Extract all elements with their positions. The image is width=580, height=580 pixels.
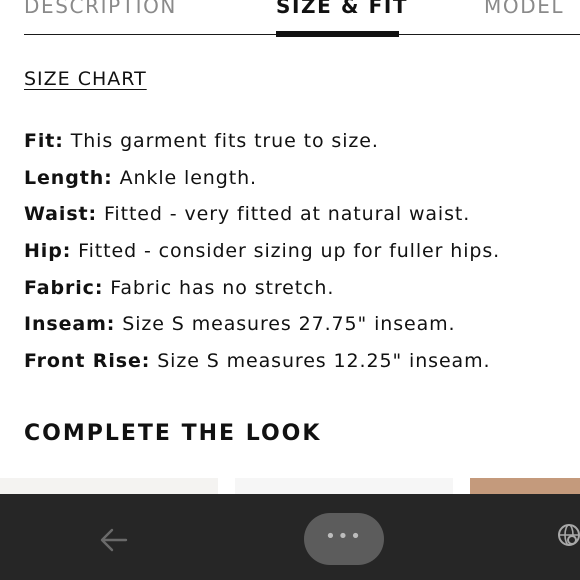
spec-inseam: Inseam: Size S measures 27.75" inseam.: [24, 311, 574, 348]
spec-value: Fitted - consider sizing up for fuller h…: [78, 240, 501, 263]
tab-size-fit[interactable]: SIZE & FIT: [276, 0, 408, 18]
globe-search-button[interactable]: [556, 522, 580, 552]
spec-hip: Hip: Fitted - consider sizing up for ful…: [24, 238, 574, 275]
spec-waist: Waist: Fitted - very fitted at natural w…: [24, 201, 574, 238]
spec-value: Fabric has no stretch.: [110, 276, 335, 299]
spec-label: Inseam:: [24, 313, 116, 336]
size-fit-specs: Fit: This garment fits true to size. Len…: [24, 128, 574, 385]
spec-label: Hip:: [24, 240, 72, 263]
spec-fabric: Fabric: Fabric has no stretch.: [24, 275, 574, 312]
spec-label: Front Rise:: [24, 350, 151, 373]
spec-label: Fabric:: [24, 276, 104, 299]
spec-front-rise: Front Rise: Size S measures 12.25" insea…: [24, 348, 574, 385]
spec-label: Fit:: [24, 130, 64, 152]
active-tab-indicator: [276, 31, 399, 37]
spec-value: Ankle length.: [119, 166, 257, 189]
more-dots-icon: •••: [325, 526, 363, 547]
globe-search-icon: [558, 524, 580, 546]
spec-value: Size S measures 12.25" inseam.: [157, 350, 491, 373]
browser-bottom-bar: •••: [0, 494, 580, 580]
spec-label: Length:: [24, 166, 113, 189]
arrow-left-icon: [100, 528, 128, 552]
back-button[interactable]: [96, 522, 132, 558]
spec-fit: Fit: This garment fits true to size.: [24, 128, 574, 165]
tab-model[interactable]: MODEL: [484, 0, 564, 18]
spec-value: Size S measures 27.75" inseam.: [122, 313, 456, 336]
size-chart-link[interactable]: SIZE CHART: [24, 67, 147, 91]
spec-value: This garment fits true to size.: [70, 130, 379, 152]
tab-description[interactable]: DESCRIPTION: [24, 0, 177, 18]
spec-length: Length: Ankle length.: [24, 165, 574, 202]
more-menu-button[interactable]: •••: [304, 513, 384, 565]
spec-value: Fitted - very fitted at natural waist.: [103, 203, 471, 226]
page: DESCRIPTION SIZE & FIT MODEL SIZE CHART …: [0, 0, 580, 580]
spec-label: Waist:: [24, 203, 98, 226]
tab-bar: DESCRIPTION SIZE & FIT MODEL: [0, 0, 580, 38]
complete-the-look-heading: COMPLETE THE LOOK: [24, 421, 322, 446]
